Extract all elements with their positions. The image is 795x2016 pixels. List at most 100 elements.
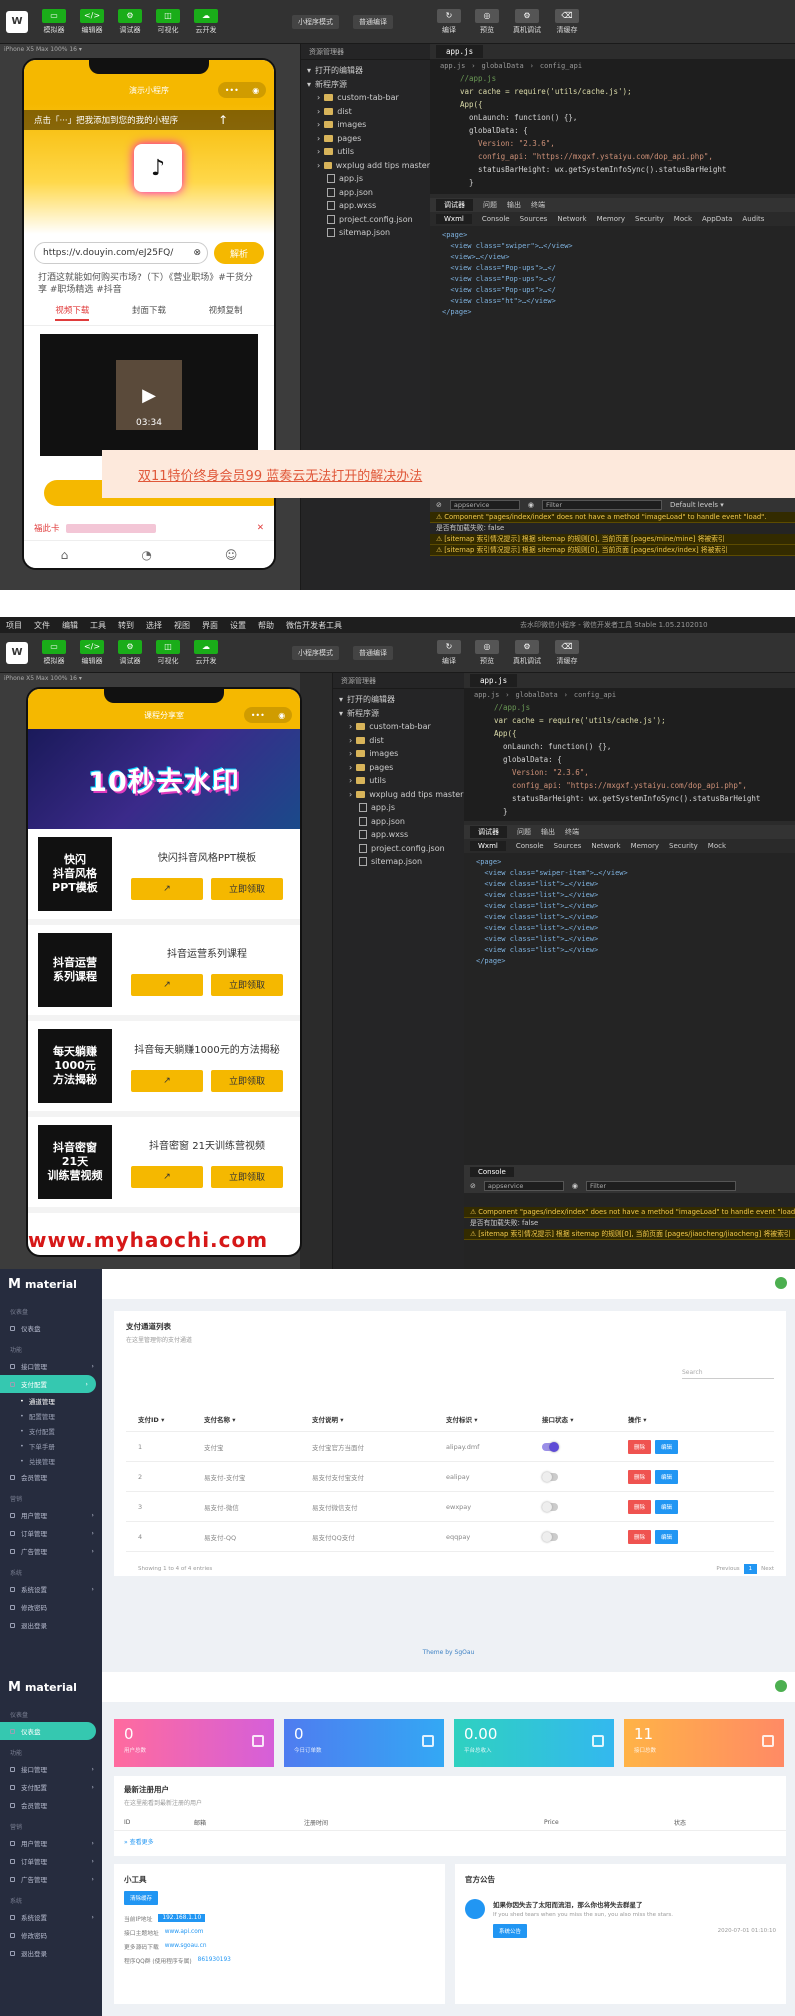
dom-node[interactable]: <view class="list">…</view> [464, 934, 795, 945]
nav-subitem[interactable]: • 兑换管理 [0, 1453, 102, 1468]
chevron-right-icon[interactable]: › [317, 93, 320, 102]
code-line[interactable]: onLaunch: function() {}, [464, 740, 795, 753]
code-line[interactable]: config_api: "https://mxgxf.ystaiyu.com/d… [430, 150, 795, 163]
toolbar-3-button[interactable]: ◫ 可视化 [156, 8, 180, 35]
chevron-icon[interactable]: ▾ [307, 66, 311, 75]
tree-section-0[interactable]: ▾ 打开的编辑器 [301, 64, 430, 78]
devtools-tab[interactable]: 调试器 [470, 826, 507, 838]
chevron-icon[interactable]: ▾ [339, 709, 343, 718]
tree-item[interactable]: › pages [333, 761, 464, 775]
chevron-right-icon[interactable]: › [317, 161, 320, 170]
mode-select[interactable]: 小程序模式 [292, 645, 339, 660]
admin-logo[interactable]: Mmaterial [0, 1672, 102, 1702]
code-editor[interactable]: app.js app.js › globalData › config_api //ap… [430, 44, 795, 194]
devtools-tab[interactable]: 调试器 [436, 199, 473, 211]
parse-button[interactable]: 解析 [214, 242, 264, 264]
tree-section-0[interactable]: ▾ 打开的编辑器 [333, 693, 464, 707]
tool-value[interactable]: 192.168.1.10 [158, 1914, 206, 1922]
devtools-tab[interactable]: Security [669, 842, 698, 850]
nav-item[interactable]: 支付配置 › [0, 1375, 96, 1393]
add-tip-strip[interactable]: 点击「···」把我添加到您的我的小程序 ↑ [24, 110, 274, 130]
dom-node[interactable]: <view class="Pop-ups">…</ [430, 285, 795, 296]
devtools-tab[interactable]: Security [635, 215, 664, 223]
status-toggle[interactable] [542, 1471, 558, 1482]
menu-item-6[interactable]: 视图 [174, 620, 190, 631]
devtools-tab[interactable]: Console [516, 842, 544, 850]
dom-node[interactable]: <view class="Pop-ups">…</ [430, 274, 795, 285]
promo-banner[interactable]: 10秒去水印 [28, 729, 300, 829]
code-line[interactable]: } [430, 176, 795, 189]
devtools-tab[interactable]: Wxml [470, 841, 506, 851]
chevron-right-icon[interactable]: › [317, 120, 320, 129]
edit-button[interactable]: 编辑 [655, 1439, 679, 1454]
chevron-icon[interactable]: ▾ [339, 695, 343, 704]
toolbar-0-button[interactable]: ▭ 模拟器 [42, 8, 66, 35]
menu-item-0[interactable]: 项目 [6, 620, 22, 631]
tree-section-1[interactable]: ▾ 新程序源 [301, 78, 430, 92]
code-line[interactable]: } [464, 805, 795, 818]
device-label[interactable]: iPhone X5 Max 100% 16 ▾ [4, 46, 82, 53]
more-icon[interactable]: ••• [251, 711, 265, 720]
compile-select[interactable]: 普通编译 [353, 14, 393, 29]
nav-subitem[interactable]: • 通道管理 [0, 1393, 102, 1408]
close-circle-icon[interactable]: ◉ [278, 711, 285, 720]
nav-subitem[interactable]: • 支付配置 [0, 1423, 102, 1438]
devtools-tab[interactable]: Memory [597, 215, 625, 223]
toolbar-1-button[interactable]: </> 编辑器 [80, 8, 104, 35]
toolbar-1-button[interactable]: ◎ 预览 [475, 639, 499, 666]
nav-item[interactable]: 会员管理 [0, 1796, 102, 1814]
chevron-right-icon[interactable]: › [317, 107, 320, 116]
devtools-tab[interactable]: Sources [554, 842, 582, 850]
crumb-item[interactable]: config_api [540, 62, 582, 70]
nav-item[interactable]: 接口管理 › [0, 1760, 102, 1778]
tab-share-icon[interactable]: ◔ [141, 548, 151, 562]
chevron-right-icon[interactable]: › [349, 763, 352, 772]
chevron-right-icon[interactable]: › [317, 134, 320, 143]
clear-console-icon[interactable]: ⊘ [470, 1182, 476, 1190]
dom-node[interactable]: <page> [430, 230, 795, 241]
menu-item-3[interactable]: 工具 [90, 620, 106, 631]
chevron-right-icon[interactable]: › [349, 749, 352, 758]
nav-item[interactable]: 用户管理 › [0, 1506, 102, 1524]
dom-node[interactable]: <view class="list">…</view> [464, 901, 795, 912]
nav-item[interactable]: 系统设置 › [0, 1580, 102, 1598]
crumb-item[interactable]: globalData [516, 691, 558, 699]
nav-item[interactable]: 会员管理 [0, 1468, 102, 1486]
download-tab[interactable]: 视频下载 [55, 304, 90, 321]
clear-icon[interactable]: ⊗ [193, 248, 201, 258]
capsule-menu[interactable]: ••• ◉ [218, 82, 266, 98]
ad-strip[interactable]: 福此卡 ✕ [24, 518, 274, 538]
devtools-tab[interactable]: 问题 [483, 200, 497, 210]
nav-item[interactable]: 退出登录 [0, 1616, 102, 1634]
devtools-tab[interactable]: Network [557, 215, 586, 223]
column-header[interactable]: 接口状态 ▾ [542, 1414, 628, 1424]
clear-console-icon[interactable]: ⊘ [436, 501, 442, 509]
tree-item[interactable]: › images [333, 747, 464, 761]
tree-item[interactable]: › dist [333, 734, 464, 748]
tree-item[interactable]: › images [301, 118, 430, 132]
console-filter-input[interactable]: Filter [541, 500, 662, 510]
toolbar-4-button[interactable]: ☁ 云开发 [194, 8, 218, 35]
dom-node[interactable]: <page> [464, 857, 795, 868]
menu-item-5[interactable]: 选择 [146, 620, 162, 631]
tool-value[interactable]: www.sgoau.cn [165, 1943, 207, 1949]
status-toggle[interactable] [542, 1501, 558, 1512]
tree-item[interactable]: › custom-tab-bar [333, 720, 464, 734]
admin-logo[interactable]: Mmaterial [0, 1269, 102, 1299]
menu-item-4[interactable]: 转到 [118, 620, 134, 631]
crumb-item[interactable]: config_api [574, 691, 616, 699]
chevron-right-icon[interactable]: › [349, 790, 352, 799]
nav-item[interactable]: 接口管理 › [0, 1357, 102, 1375]
devtools-tab[interactable]: Console [482, 215, 510, 223]
toolbar-2-button[interactable]: ⚙ 真机调试 [513, 639, 541, 666]
tree-item[interactable]: project.config.json [333, 842, 464, 856]
dom-node[interactable]: <view class="swiper">…</view> [430, 241, 795, 252]
menu-item-1[interactable]: 文件 [34, 620, 50, 631]
code-line[interactable]: globalData: { [430, 124, 795, 137]
nav-item[interactable]: 用户管理 › [0, 1834, 102, 1852]
chevron-right-icon[interactable]: › [349, 722, 352, 731]
dom-node[interactable]: </page> [464, 956, 795, 967]
compile-select[interactable]: 普通编译 [353, 645, 393, 660]
edit-button[interactable]: 编辑 [655, 1469, 679, 1484]
share-icon[interactable]: ↗ [131, 973, 203, 996]
